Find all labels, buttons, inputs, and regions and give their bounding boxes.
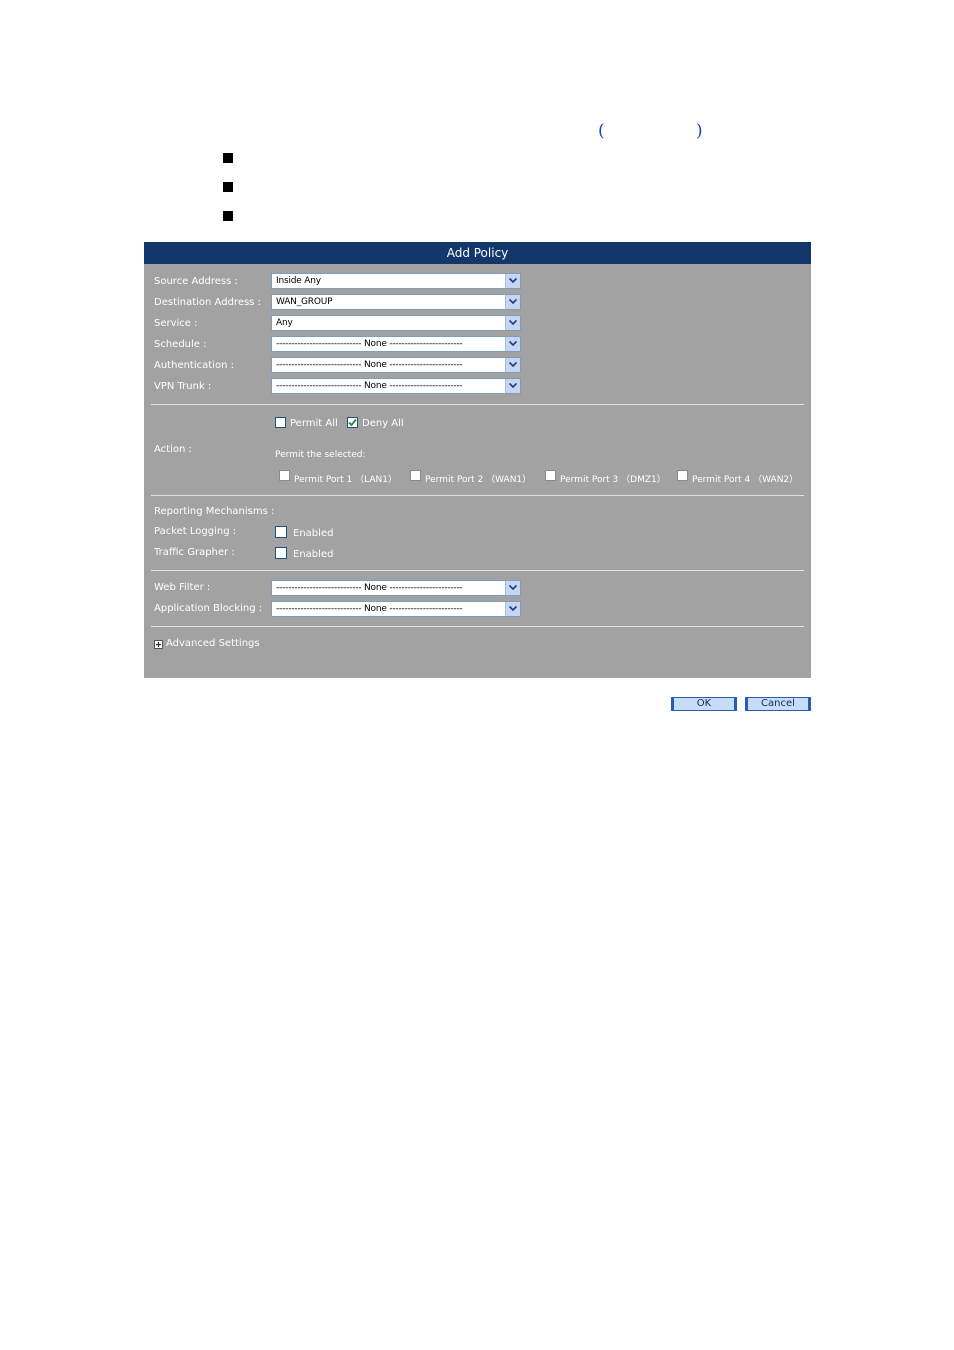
deny-all-label: Deny All bbox=[362, 418, 404, 429]
bullet-icon bbox=[223, 182, 233, 192]
service-select[interactable]: Any bbox=[271, 315, 521, 331]
ok-button[interactable]: OK bbox=[671, 697, 737, 711]
packet-logging-enabled-label: Enabled bbox=[293, 528, 334, 539]
application-blocking-label: Application Blocking : bbox=[154, 603, 263, 614]
permit-port-3-checkbox[interactable] bbox=[545, 470, 556, 481]
permit-port-2-checkbox[interactable] bbox=[410, 470, 421, 481]
permit-port-4-checkbox[interactable] bbox=[677, 470, 688, 481]
paren-close: ) bbox=[696, 121, 703, 141]
reporting-mechanisms-label: Reporting Mechanisms : bbox=[154, 506, 275, 517]
vpn-trunk-label: VPN Trunk : bbox=[154, 381, 212, 392]
chevron-down-icon[interactable] bbox=[505, 316, 520, 330]
application-blocking-select[interactable]: ---------------------------- None ------… bbox=[271, 601, 521, 617]
permit-all-label: Permit All bbox=[290, 418, 338, 429]
dialog-title: Add Policy bbox=[144, 242, 811, 264]
chevron-down-icon[interactable] bbox=[505, 358, 520, 372]
chevron-down-icon[interactable] bbox=[505, 337, 520, 351]
source-address-value: Inside Any bbox=[276, 276, 321, 286]
plus-box-icon[interactable] bbox=[154, 640, 163, 649]
schedule-select[interactable]: ---------------------------- None ------… bbox=[271, 336, 521, 352]
traffic-grapher-checkbox[interactable] bbox=[275, 547, 287, 559]
chevron-down-icon[interactable] bbox=[505, 602, 520, 616]
chevron-down-icon[interactable] bbox=[505, 379, 520, 393]
permit-port-4-label: Permit Port 4 （WAN2） bbox=[692, 475, 799, 485]
permit-all-checkbox[interactable] bbox=[275, 417, 286, 428]
vpn-trunk-select[interactable]: ---------------------------- None ------… bbox=[271, 378, 521, 394]
divider bbox=[151, 404, 804, 405]
chevron-down-icon[interactable] bbox=[505, 295, 520, 309]
source-address-label: Source Address : bbox=[154, 276, 238, 287]
packet-logging-label: Packet Logging : bbox=[154, 526, 237, 537]
bullet-icon bbox=[223, 153, 233, 163]
vpn-trunk-value: ---------------------------- None ------… bbox=[276, 381, 463, 391]
action-label: Action : bbox=[154, 444, 192, 455]
add-policy-panel: Add Policy Source Address : Inside Any D… bbox=[144, 242, 811, 678]
destination-address-value: WAN_GROUP bbox=[276, 297, 333, 307]
authentication-label: Authentication : bbox=[154, 360, 234, 371]
divider bbox=[151, 626, 804, 627]
divider bbox=[151, 570, 804, 571]
source-address-select[interactable]: Inside Any bbox=[271, 273, 521, 289]
permit-port-1-checkbox[interactable] bbox=[279, 470, 290, 481]
schedule-label: Schedule : bbox=[154, 339, 207, 350]
permit-port-3-label: Permit Port 3 （DMZ1） bbox=[560, 475, 666, 485]
traffic-grapher-label: Traffic Grapher : bbox=[154, 547, 235, 558]
permit-port-2-label: Permit Port 2 （WAN1） bbox=[425, 475, 532, 485]
service-label: Service : bbox=[154, 318, 198, 329]
paren-open: ( bbox=[598, 121, 605, 141]
check-icon bbox=[348, 418, 357, 427]
application-blocking-value: ---------------------------- None ------… bbox=[276, 604, 463, 614]
chevron-down-icon[interactable] bbox=[505, 581, 520, 595]
advanced-settings-link[interactable]: Advanced Settings bbox=[166, 638, 260, 649]
packet-logging-checkbox[interactable] bbox=[275, 526, 287, 538]
deny-all-checkbox[interactable] bbox=[347, 417, 358, 428]
web-filter-label: Web Filter : bbox=[154, 582, 211, 593]
chevron-down-icon[interactable] bbox=[505, 274, 520, 288]
permit-port-1-label: Permit Port 1 （LAN1） bbox=[294, 475, 397, 485]
schedule-value: ---------------------------- None ------… bbox=[276, 339, 463, 349]
permit-selected-label: Permit the selected: bbox=[275, 450, 366, 460]
cancel-button[interactable]: Cancel bbox=[745, 697, 811, 711]
destination-address-label: Destination Address : bbox=[154, 297, 261, 308]
destination-address-select[interactable]: WAN_GROUP bbox=[271, 294, 521, 310]
authentication-value: ---------------------------- None ------… bbox=[276, 360, 463, 370]
divider bbox=[151, 495, 804, 496]
authentication-select[interactable]: ---------------------------- None ------… bbox=[271, 357, 521, 373]
web-filter-value: ---------------------------- None ------… bbox=[276, 583, 463, 593]
traffic-grapher-enabled-label: Enabled bbox=[293, 549, 334, 560]
service-value: Any bbox=[276, 318, 293, 328]
bullet-icon bbox=[223, 211, 233, 221]
web-filter-select[interactable]: ---------------------------- None ------… bbox=[271, 580, 521, 596]
